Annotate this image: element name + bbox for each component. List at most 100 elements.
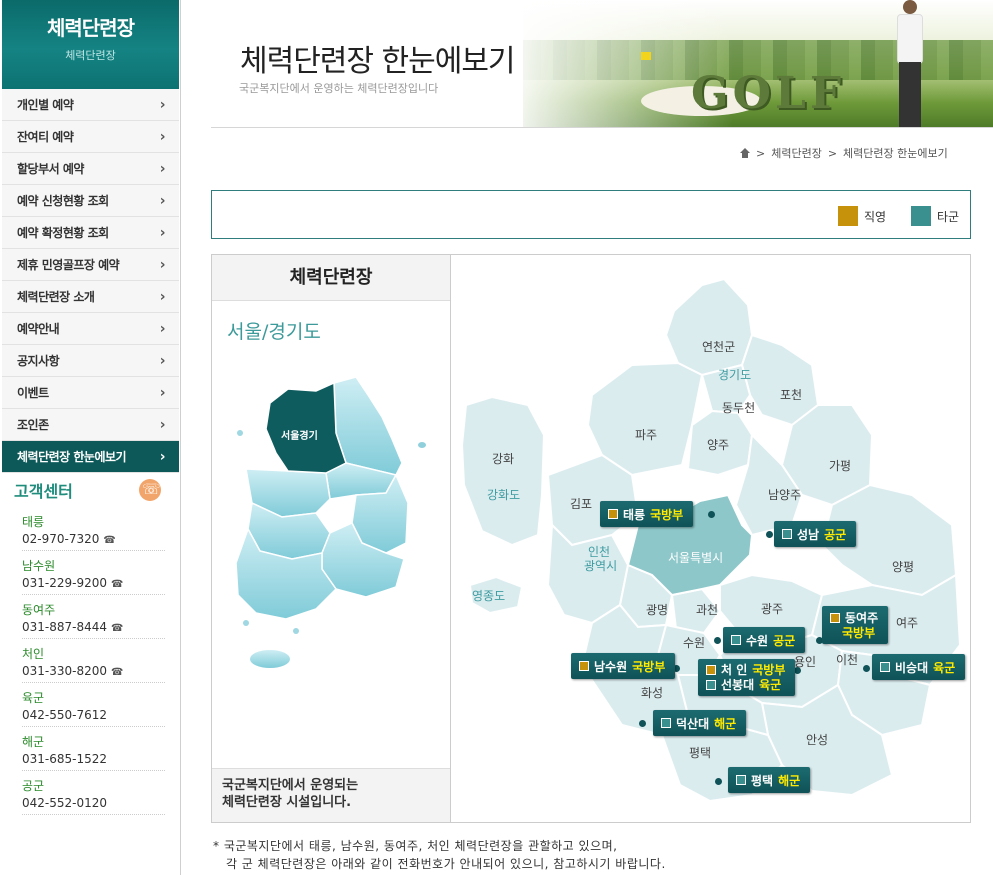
- marker-deoksandae[interactable]: 덕산대 해군: [653, 710, 747, 736]
- telephone-icon: ☎: [111, 667, 124, 678]
- telephone-icon: ☎: [103, 535, 116, 546]
- marker-dot: [714, 637, 721, 644]
- korea-map: 서울경기: [235, 376, 426, 668]
- region-ganghwa[interactable]: [460, 395, 546, 547]
- marker-unit: 육군: [759, 678, 782, 692]
- contact-item: 공군 042-552-0120: [22, 771, 165, 815]
- sidebar-item-confirmation-status[interactable]: 예약 확정현황 조회 ›: [2, 217, 179, 249]
- region-seoul-gyeonggi[interactable]: [265, 381, 347, 474]
- contact-item: 처인 031-330-8200 ☎: [22, 639, 165, 683]
- sidebar-item-label: 할당부서 예약: [17, 162, 84, 176]
- marker-name: 태릉: [623, 507, 646, 522]
- sidebar-item-events[interactable]: 이벤트 ›: [2, 377, 179, 409]
- sidebar-menu: 개인별 예약 › 잔여티 예약 › 할당부서 예약 › 예약 신청현황 조회 › 예약 …: [2, 89, 179, 473]
- place-label: 광명: [646, 603, 669, 617]
- sidebar-item-notices[interactable]: 공지사항 ›: [2, 345, 179, 377]
- panel-footnote-line: 체력단련장 시설입니다.: [222, 795, 352, 810]
- note-line: 각 군 체력단련장은 아래와 같이 전화번호가 안내되어 있으니, 참고하시기 …: [213, 857, 666, 871]
- marker-unit: 국방부: [752, 663, 786, 677]
- contact-name: 처인: [22, 647, 45, 661]
- sidebar-item-introduction[interactable]: 체력단련장 소개 ›: [2, 281, 179, 313]
- sidebar-item-partner-golf[interactable]: 제휴 민영골프장 예약 ›: [2, 249, 179, 281]
- region-selector: 체력단련장 서울/경기도 서울경기 국군복지단에서 운영되는 체력단련장 시설입…: [212, 255, 451, 822]
- place-label: 광주: [761, 602, 784, 616]
- sidebar-item-overview[interactable]: 체력단련장 한눈에보기 ›: [2, 441, 179, 473]
- contact-phone: 031-887-8444 ☎: [22, 620, 124, 634]
- sidebar-item-label: 이벤트: [17, 386, 49, 400]
- marker-seongnam[interactable]: 성남 공군: [774, 521, 857, 547]
- flag-icon: [641, 52, 651, 60]
- telephone-icon: ☎: [111, 579, 124, 590]
- breadcrumb-item[interactable]: 체력단련장: [771, 145, 822, 161]
- sidebar-item-label: 체력단련장 소개: [17, 290, 95, 304]
- place-label: 김포: [570, 497, 593, 511]
- marker-unit: 해군: [778, 773, 801, 788]
- golfer-image: [891, 0, 931, 127]
- marker-name: 덕산대: [676, 716, 710, 731]
- contact-name: 육군: [22, 691, 45, 705]
- place-label: 영종도: [472, 589, 506, 603]
- marker-cheoin-seonbongdae[interactable]: 처 인 국방부 선봉대 육군: [698, 659, 796, 696]
- marker-name: 평택: [751, 773, 774, 788]
- chevron-right-icon: ›: [159, 384, 166, 401]
- sidebar-item-remaining-tee[interactable]: 잔여티 예약 ›: [2, 121, 179, 153]
- sidebar-item-application-status[interactable]: 예약 신청현황 조회 ›: [2, 185, 179, 217]
- map-panel: 체력단련장 서울/경기도 서울경기 국군복지단에서 운영되는 체력단련장 시설입…: [211, 254, 971, 823]
- contact-item: 육군 042-550-7612: [22, 683, 165, 727]
- breadcrumb: > 체력단련장 > 체력단련장 한눈에보기: [740, 145, 948, 161]
- ulleungdo-island: [418, 442, 426, 448]
- other-marker-icon: [661, 718, 671, 728]
- place-label: 가평: [829, 459, 852, 473]
- place-label: 경기도: [718, 368, 752, 382]
- marker-suwon[interactable]: 수원 공군: [723, 627, 806, 653]
- place-label: 과천: [696, 603, 719, 617]
- home-icon[interactable]: [740, 148, 750, 158]
- sidebar-item-individual-reservation[interactable]: 개인별 예약 ›: [2, 89, 179, 121]
- marker-dot: [639, 720, 646, 727]
- sidebar-item-label: 예약 확정현황 조회: [17, 226, 109, 240]
- sidebar-item-dept-allocation[interactable]: 할당부서 예약 ›: [2, 153, 179, 185]
- marker-biseungdae[interactable]: 비승대 육군: [872, 654, 966, 680]
- place-label: 남양주: [768, 488, 802, 502]
- island: [293, 628, 299, 634]
- jeju-island[interactable]: [250, 650, 290, 668]
- marker-unit: 국방부: [842, 625, 876, 640]
- chevron-right-icon: ›: [159, 288, 166, 305]
- sidebar-item-label: 조인존: [17, 418, 49, 432]
- sidebar-item-label: 예약안내: [17, 322, 60, 336]
- marker-dot: [766, 531, 773, 538]
- own-marker-icon: [830, 612, 840, 623]
- marker-unit: 공군: [824, 527, 847, 542]
- place-label: 광역시: [584, 559, 618, 573]
- contact-phone: 02-970-7320 ☎: [22, 532, 116, 546]
- marker-unit: 국방부: [650, 507, 684, 522]
- contact-phone: 031-229-9200 ☎: [22, 576, 124, 590]
- other-marker-icon: [736, 775, 746, 785]
- place-label: 강화도: [487, 488, 521, 502]
- sidebar-item-label: 예약 신청현황 조회: [17, 194, 109, 208]
- region-yeoncheon[interactable]: [664, 277, 754, 377]
- marker-namsuwon[interactable]: 남수원 국방부: [571, 653, 676, 679]
- contact-item: 태릉 02-970-7320 ☎: [22, 507, 165, 551]
- place-label: 수원: [683, 636, 706, 650]
- contact-phone: 042-550-7612: [22, 708, 108, 722]
- marker-dongyeoju[interactable]: 동여주 국방부: [822, 606, 889, 644]
- other-marker-icon: [880, 662, 890, 672]
- marker-unit: 해군: [714, 716, 737, 731]
- breadcrumb-item[interactable]: 체력단련장 한눈에보기: [843, 145, 948, 161]
- breadcrumb-separator: >: [756, 146, 766, 160]
- sidebar-header: 체력단련장 체력단련장: [2, 0, 179, 89]
- marker-dot: [708, 511, 715, 518]
- marker-pyeongtaek[interactable]: 평택 해군: [728, 767, 811, 793]
- marker-name: 처 인: [721, 663, 748, 677]
- chevron-right-icon: ›: [159, 320, 166, 337]
- place-label: 파주: [635, 428, 658, 442]
- island: [237, 430, 243, 436]
- sidebar-item-label: 제휴 민영골프장 예약: [17, 258, 120, 272]
- sidebar-item-join-zone[interactable]: 조인존 ›: [2, 409, 179, 441]
- legend-label: 직영: [864, 209, 887, 224]
- marker-taereung[interactable]: 태릉 국방부: [600, 501, 694, 527]
- sidebar-item-reservation-guide[interactable]: 예약안내 ›: [2, 313, 179, 345]
- place-label: 동두천: [722, 401, 756, 415]
- contact-name: 남수원: [22, 559, 56, 573]
